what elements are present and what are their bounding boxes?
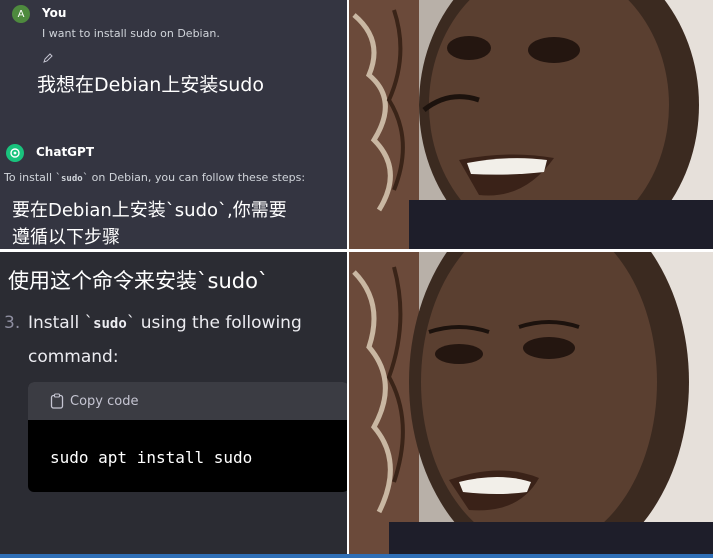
copy-code-label: Copy code [70, 393, 139, 409]
step-text-code: sudo [93, 316, 127, 332]
top-chat-panel: A You I want to install sudo on Debian. … [0, 0, 347, 249]
clipboard-icon [50, 393, 64, 409]
step-text-prefix: Install [28, 313, 85, 333]
step-text: Install `sudo` using the following [28, 313, 302, 333]
step-number: 3. [4, 313, 21, 333]
user-message: I want to install sudo on Debian. [42, 27, 220, 40]
smiling-face-drawing [349, 0, 713, 249]
code-command: sudo apt install sudo [50, 448, 253, 467]
code-block-header: Copy code [28, 382, 347, 420]
openai-logo-icon [10, 148, 20, 158]
shocked-face-image [349, 252, 713, 554]
user-avatar: A [12, 5, 30, 23]
step-text-suffix: using the following [135, 313, 302, 333]
assistant-message: To install `sudo` on Debian, you can fol… [4, 171, 306, 184]
assistant-message-code: sudo [61, 174, 83, 184]
gpt-avatar [6, 144, 24, 162]
bottom-accent-bar [0, 554, 713, 558]
user-translation: 我想在Debian上安装sudo [37, 74, 264, 96]
user-avatar-letter: A [17, 8, 25, 20]
copy-code-button[interactable]: Copy code [50, 393, 138, 409]
shocked-face-drawing [349, 252, 713, 554]
bottom-chat-panel: 使用这个命令来安装`sudo` 3. Install `sudo` using … [0, 252, 347, 554]
assistant-message-suffix: on Debian, you can follow these steps: [88, 171, 306, 184]
step-text-line2: command: [28, 347, 119, 367]
step-translation: 使用这个命令来安装`sudo` [8, 269, 269, 293]
assistant-translation-line2: 遵循以下步骤 [12, 227, 120, 248]
user-name: You [42, 6, 67, 20]
assistant-message-prefix: To install [4, 171, 56, 184]
smiling-face-image [349, 0, 713, 249]
code-block: Copy code sudo apt install sudo [28, 382, 347, 492]
pencil-icon[interactable] [42, 52, 54, 64]
assistant-name: ChatGPT [36, 145, 95, 159]
assistant-translation-line1: 要在Debian上安装`sudo`,你需要 [12, 200, 287, 221]
